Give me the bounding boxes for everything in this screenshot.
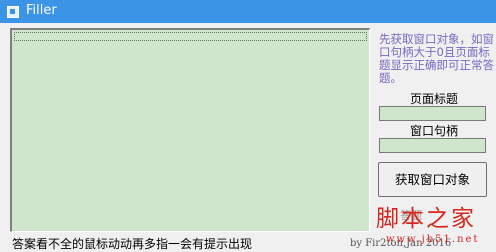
watermark-title: 脚本之家 [376,206,476,232]
window-handle-label: 窗口句柄 [409,124,458,138]
title-bar[interactable]: Filler [0,0,496,23]
content-pane[interactable] [10,28,370,232]
page-title-label: 页面标题 [409,92,458,106]
get-window-button[interactable]: 获取窗口对象 [378,162,487,197]
watermark-url: www.jb51.net [386,234,480,245]
page-title-field[interactable] [379,106,486,121]
status-text: 答案看不全的鼠标动动再多指一会有提示出现 [12,237,253,251]
pane-header [14,32,367,41]
window-title: Filler [26,3,57,18]
app-window-icon[interactable] [7,6,19,18]
window-handle-field[interactable] [379,138,486,153]
hint-text: 先获取窗口对象，如窗口句柄大于0且页面标题显示正确即可正常答题。 [379,32,494,85]
